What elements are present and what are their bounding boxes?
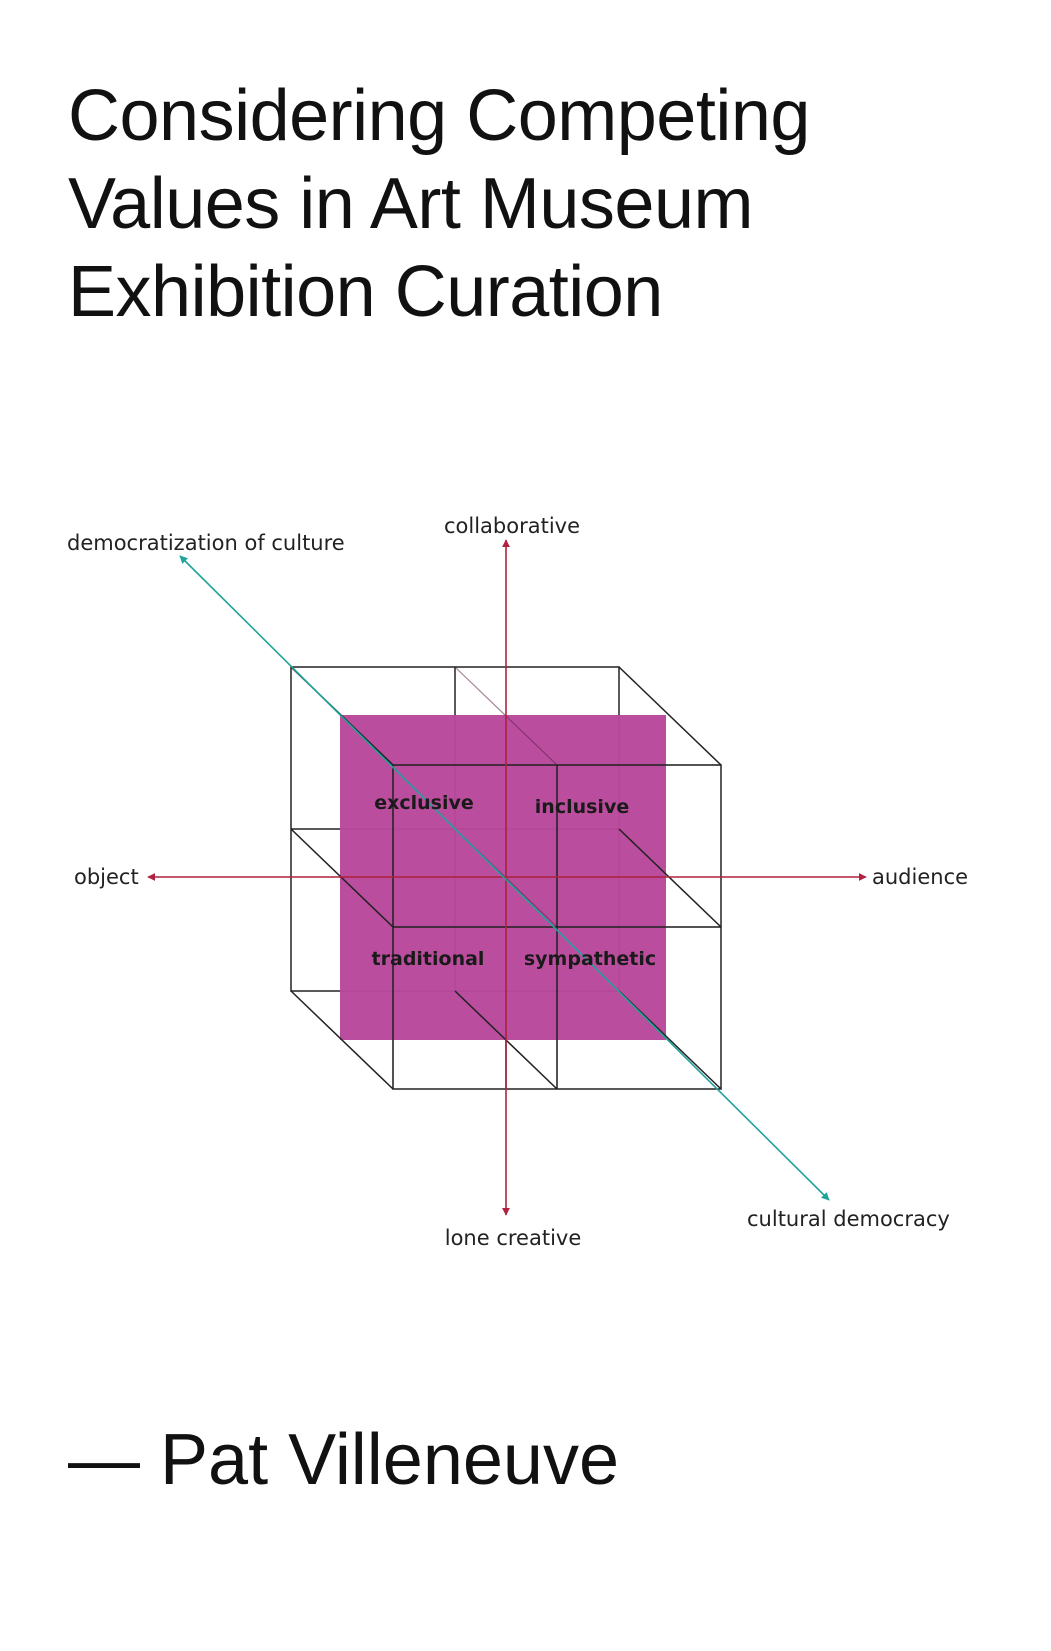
- quadrant-label-inclusive: inclusive: [535, 796, 629, 818]
- author-name: Pat Villeneuve: [160, 1420, 620, 1500]
- axis-label-audience: audience: [872, 865, 968, 889]
- axis-label-object: object: [74, 865, 139, 889]
- quadrant-label-sympathetic: sympathetic: [524, 948, 656, 970]
- axis-label-cultural-democracy: cultural democracy: [747, 1207, 950, 1231]
- axis-label-democratization-of-culture: democratization of culture: [67, 531, 345, 555]
- author-byline: — Pat Villeneuve: [68, 1420, 619, 1500]
- quadrant-label-exclusive: exclusive: [374, 792, 474, 814]
- axis-label-lone-creative: lone creative: [445, 1226, 582, 1250]
- axis-label-collaborative: collaborative: [444, 514, 580, 538]
- competing-values-cube-diagram: exclusive inclusive traditional sympathe…: [67, 514, 968, 1250]
- diagonal-axis: [179, 555, 830, 1201]
- quadrant-label-traditional: traditional: [372, 948, 485, 970]
- author-dash: —: [68, 1420, 140, 1500]
